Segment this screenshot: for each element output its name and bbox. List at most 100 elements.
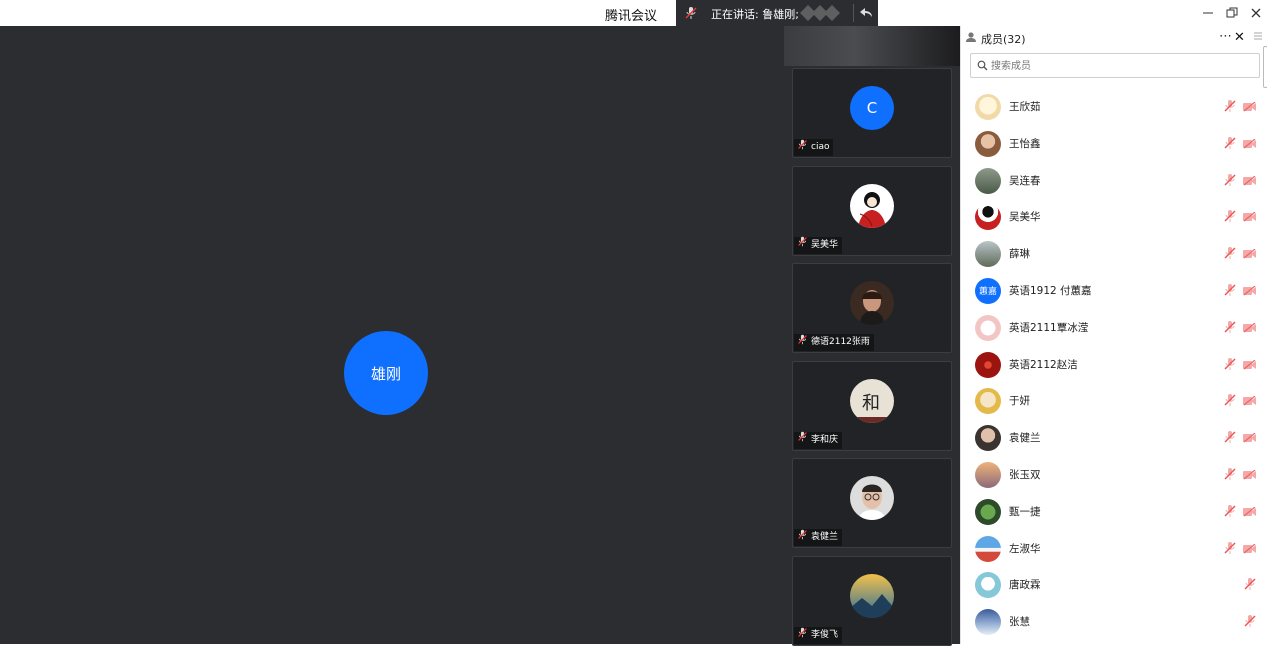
member-row[interactable]: 王怡鑫 (961, 125, 1267, 162)
active-speaker-avatar: 雄刚 (344, 331, 428, 415)
member-avatar (975, 425, 1001, 452)
member-name: 英语2112赵洁 (1009, 358, 1078, 371)
member-row[interactable]: 英语2111覃冰滢 (961, 309, 1267, 346)
muted-mic-icon[interactable] (1243, 577, 1257, 594)
camera-off-icon[interactable] (1243, 138, 1257, 152)
video-tile[interactable]: 李俊飞 (792, 556, 952, 646)
camera-off-icon[interactable] (1243, 248, 1257, 262)
tile-name-text: 李和庆 (811, 434, 839, 445)
member-avatar (975, 314, 1001, 341)
member-avatar (975, 461, 1001, 488)
svg-text:和: 和 (862, 393, 880, 414)
camera-off-icon[interactable] (1243, 285, 1257, 299)
restore-button[interactable] (1224, 5, 1240, 21)
camera-off-icon[interactable] (1243, 506, 1257, 520)
tile-name-text: 袁健兰 (811, 532, 839, 543)
muted-mic-icon[interactable] (1223, 136, 1237, 153)
close-window-button[interactable] (1248, 5, 1264, 21)
more-options-icon[interactable]: ⋯ (1219, 29, 1232, 44)
video-tile[interactable]: 袁健兰 (792, 458, 952, 549)
muted-mic-icon (797, 236, 808, 254)
member-avatar: 蕙嘉 (975, 277, 1001, 304)
member-row[interactable]: 王欣茹 (961, 88, 1267, 125)
camera-off-icon[interactable] (1243, 359, 1257, 373)
muted-mic-icon[interactable] (1223, 209, 1237, 226)
muted-mic-icon[interactable] (1223, 504, 1237, 521)
member-row[interactable]: 薛琳 (961, 235, 1267, 272)
muted-mic-icon[interactable] (1223, 99, 1237, 116)
camera-off-icon[interactable] (1243, 543, 1257, 557)
member-name: 于妍 (1009, 395, 1030, 408)
camera-off-icon[interactable] (1243, 101, 1257, 115)
member-name: 王欣茹 (1009, 101, 1041, 113)
member-row[interactable]: 甄一捷 (961, 493, 1267, 530)
speaking-text: 正在讲话: 鲁雄刚; (711, 8, 799, 21)
member-search-input[interactable] (991, 57, 1251, 75)
muted-mic-icon[interactable] (1223, 246, 1237, 263)
video-tile[interactable]: 德语2112张雨 (792, 263, 952, 354)
member-row[interactable]: 左淑华 (961, 530, 1267, 567)
title-bar: 腾讯会议 正在讲话: 鲁雄刚; (0, 0, 1267, 27)
video-tile[interactable]: Cciao (792, 68, 952, 158)
muted-mic-icon (797, 431, 808, 449)
video-tile[interactable]: 和李和庆 (792, 360, 952, 451)
tile-name-text: 吴美华 (811, 239, 839, 250)
member-avatar-text: 蕙嘉 (978, 287, 997, 298)
menu-icon[interactable] (1253, 30, 1263, 44)
return-icon[interactable] (859, 6, 873, 23)
member-row[interactable]: 吴美华 (961, 198, 1267, 235)
member-name: 吴连春 (1009, 174, 1041, 187)
camera-off-icon[interactable] (1243, 395, 1257, 409)
member-name: 薛琳 (1009, 248, 1030, 261)
member-avatar (975, 130, 1001, 157)
camera-off-icon[interactable] (1243, 469, 1257, 483)
member-avatar (975, 167, 1001, 194)
members-panel: 成员(32) ⋯ ✕ 王欣茹王怡鑫吴连春吴美华薛琳蕙嘉 英语1912 付蕙嘉英语2… (960, 26, 1267, 644)
member-row[interactable]: 英语2112赵洁 (961, 346, 1267, 383)
member-avatar (975, 241, 1001, 268)
scrollbar[interactable] (1263, 46, 1267, 88)
muted-mic-icon[interactable] (1223, 320, 1237, 337)
member-name: 唐政霖 (1009, 579, 1041, 592)
member-search-box[interactable] (970, 53, 1260, 78)
close-panel-icon[interactable]: ✕ (1234, 30, 1245, 45)
muted-mic-icon[interactable] (1223, 283, 1237, 300)
camera-off-icon[interactable] (1243, 432, 1257, 446)
muted-mic-icon[interactable] (1223, 541, 1237, 558)
avatar-letter: C (850, 86, 894, 130)
member-row[interactable]: 袁健兰 (961, 419, 1267, 456)
member-row[interactable]: 张慧 (961, 603, 1267, 640)
muted-mic-icon[interactable] (1223, 393, 1237, 410)
member-name: 王怡鑫 (1009, 137, 1041, 150)
muted-mic-icon[interactable] (1223, 430, 1237, 447)
member-avatar (975, 351, 1001, 378)
watermark-pattern (800, 3, 846, 23)
tile-name-label: 德语2112张雨 (794, 334, 874, 352)
camera-off-icon[interactable] (1243, 211, 1257, 225)
member-row[interactable]: 张玉双 (961, 456, 1267, 493)
muted-mic-icon (797, 334, 808, 352)
participant-avatar (850, 574, 894, 618)
minimize-button[interactable] (1200, 5, 1216, 21)
member-row[interactable]: 蕙嘉 英语1912 付蕙嘉 (961, 272, 1267, 309)
muted-mic-icon[interactable] (1223, 467, 1237, 484)
member-row[interactable]: 唐政霖 (961, 566, 1267, 603)
member-row[interactable]: 吴连春 (961, 162, 1267, 199)
member-avatar (975, 204, 1001, 231)
member-name: 吴美华 (1009, 211, 1041, 224)
muted-mic-icon[interactable] (1243, 614, 1257, 631)
muted-mic-icon (797, 627, 808, 645)
camera-off-icon[interactable] (1243, 322, 1257, 336)
participant-avatar (850, 281, 894, 326)
muted-mic-icon[interactable] (1223, 173, 1237, 190)
main-video-area[interactable]: 雄刚 (0, 26, 784, 644)
member-name: 英语1912 付蕙嘉 (1009, 284, 1092, 297)
video-tile[interactable]: 吴美华 (792, 165, 952, 256)
member-row[interactable]: 于妍 (961, 382, 1267, 419)
camera-off-icon[interactable] (1243, 175, 1257, 189)
participant-avatar (850, 476, 894, 521)
muted-mic-icon (797, 529, 808, 547)
muted-mic-icon[interactable] (1223, 357, 1237, 374)
muted-mic-icon (684, 6, 698, 23)
members-title: 成员(32) (981, 33, 1026, 46)
